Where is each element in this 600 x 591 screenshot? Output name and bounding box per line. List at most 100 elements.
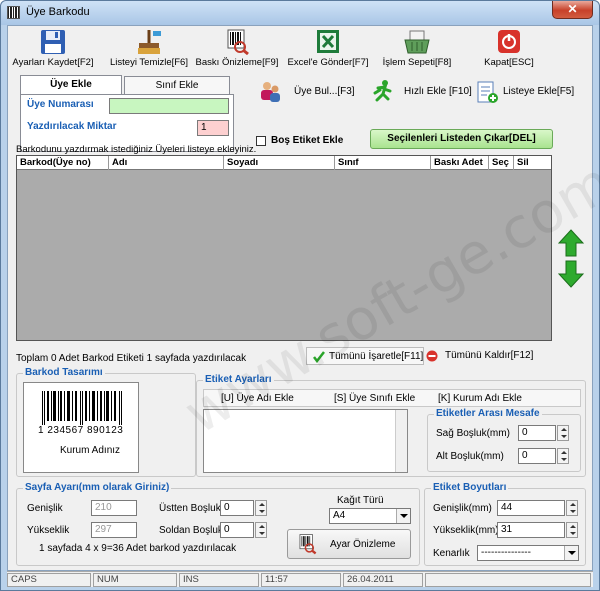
status-empty <box>425 573 591 587</box>
label-width-label: Genişlik(mm) <box>433 503 492 514</box>
add-member-name-button[interactable]: [U] Üye Adı Ekle <box>221 393 294 404</box>
add-org-name-button[interactable]: [K] Kurum Adı Ekle <box>438 393 522 404</box>
col-class[interactable]: Sınıf <box>335 156 431 170</box>
label-height-input[interactable]: 31 <box>497 522 565 538</box>
add-to-list-label: Listeye Ekle[F5] <box>503 86 575 97</box>
status-caps: CAPS <box>7 573 91 587</box>
clear-list-button[interactable]: Listeyi Temizle[F6] <box>106 29 192 73</box>
tab-class-add[interactable]: Sınıf Ekle <box>124 76 230 94</box>
label-width-spinner[interactable] <box>566 500 578 516</box>
print-preview-button[interactable]: Baskı Önizleme[F9] <box>194 29 280 73</box>
bottom-gap-input[interactable]: 0 <box>518 448 556 464</box>
quick-add-button[interactable]: Hızlı Ekle [F10] <box>366 79 472 105</box>
label-spacing-title: Etiketler Arası Mesafe <box>434 408 542 419</box>
summary-text: Toplam 0 Adet Barkod Etiketi 1 sayfada y… <box>16 353 247 364</box>
col-print-count[interactable]: Baskı Adet <box>431 156 489 170</box>
label-settings-group: Etiket Ayarları [U] Üye Adı Ekle [S] Üye… <box>196 374 586 477</box>
label-settings-title: Etiket Ayarları <box>203 374 274 385</box>
barcode-design-title: Barkod Tasarımı <box>23 367 105 378</box>
barcode-digits: 1 234567 890123 <box>38 425 124 436</box>
process-queue-button[interactable]: İşlem Sepeti[F8] <box>374 29 460 73</box>
add-to-list-button[interactable]: Listeye Ekle[F5] <box>473 79 585 105</box>
status-num: NUM <box>93 573 177 587</box>
save-settings-button[interactable]: Ayarları Kaydet[F2] <box>12 29 94 73</box>
page-layout-info: 1 sayfada 4 x 9=36 Adet barkod yazdırıla… <box>39 543 237 554</box>
remove-selected-button[interactable]: Seçilenleri Listeden Çıkar[DEL] <box>370 129 553 149</box>
tab-member-add[interactable]: Üye Ekle <box>20 75 122 95</box>
bottom-gap-spinner[interactable] <box>557 448 569 464</box>
clear-list-label: Listeyi Temizle[F6] <box>110 57 188 68</box>
barcode-magnifier-icon <box>223 29 251 56</box>
barcode-preview: 1 234567 890123 Kurum Adınız <box>23 382 139 473</box>
close-app-label: Kapat[ESC] <box>484 57 534 68</box>
unmark-all-button[interactable]: Tümünü Kaldır[F12] <box>424 347 544 365</box>
border-label: Kenarlık <box>433 548 470 559</box>
label-size-group: Etiket Boyutları Genişlik(mm) 44 Yüksekl… <box>424 482 586 566</box>
border-select[interactable]: --------------- <box>477 545 579 561</box>
paper-type-select[interactable]: A4 <box>329 508 411 524</box>
page-width-input[interactable]: 210 <box>91 500 137 516</box>
member-grid[interactable]: Barkod(Üye no) Adı Soyadı Sınıf Baskı Ad… <box>16 155 552 341</box>
left-margin-spinner[interactable] <box>255 522 267 538</box>
page-width-label: Genişlik <box>27 503 63 514</box>
grid-header: Barkod(Üye no) Adı Soyadı Sınıf Baskı Ad… <box>17 156 551 170</box>
status-bar: CAPS NUM INS 11:57 26.04.2011 <box>7 571 593 587</box>
export-excel-label: Excel'e Gönder[F7] <box>287 57 369 68</box>
label-text-area[interactable] <box>203 409 408 473</box>
running-man-icon <box>370 80 394 104</box>
mark-all-label: Tümünü İşaretle[F11] <box>329 351 424 362</box>
title-bar: Üye Barkodu ✕ <box>1 1 599 25</box>
right-gap-input[interactable]: 0 <box>518 425 556 441</box>
paper-type-label: Kağıt Türü <box>337 495 384 506</box>
member-number-input[interactable] <box>109 98 229 114</box>
basket-icon <box>403 29 431 55</box>
instruction-text: Barkodunu yazdırmak istediğiniz Üyeleri … <box>16 144 257 155</box>
label-height-spinner[interactable] <box>566 522 578 538</box>
page-height-label: Yükseklik <box>27 525 70 536</box>
col-select[interactable]: Seç <box>489 156 514 170</box>
print-count-input[interactable]: 1 <box>197 120 229 136</box>
page-settings-title: Sayfa Ayarı(mm olarak Giriniz) <box>23 482 172 493</box>
left-margin-input[interactable]: 0 <box>220 522 254 538</box>
page-settings-group: Sayfa Ayarı(mm olarak Giriniz) Genişlik … <box>16 482 420 566</box>
border-value: --------------- <box>481 547 531 558</box>
label-width-input[interactable]: 44 <box>497 500 565 516</box>
barcode-image <box>42 391 122 425</box>
empty-label-checkbox[interactable] <box>256 136 266 146</box>
layout-preview-button[interactable]: Ayar Önizleme <box>287 529 411 559</box>
right-gap-spinner[interactable] <box>557 425 569 441</box>
export-excel-button[interactable]: Excel'e Gönder[F7] <box>285 29 371 73</box>
col-name[interactable]: Adı <box>109 156 224 170</box>
col-surname[interactable]: Soyadı <box>224 156 335 170</box>
chevron-down-icon <box>564 546 578 560</box>
barcode-magnifier-icon <box>299 534 317 555</box>
move-up-button[interactable] <box>557 229 585 257</box>
chevron-down-icon <box>396 509 410 523</box>
left-margin-label: Soldan Boşluk <box>159 525 223 536</box>
print-preview-label: Baskı Önizleme[F9] <box>195 57 279 68</box>
find-member-button[interactable]: Üye Bul...[F3] <box>257 79 359 105</box>
col-delete[interactable]: Sil <box>514 156 552 170</box>
label-field-toolbar: [U] Üye Adı Ekle [S] Üye Sınıfı Ekle [K]… <box>203 389 581 407</box>
add-member-class-button[interactable]: [S] Üye Sınıfı Ekle <box>334 393 415 404</box>
member-number-label: Üye Numarası <box>27 99 94 110</box>
save-settings-label: Ayarları Kaydet[F2] <box>12 57 94 68</box>
status-date: 26.04.2011 <box>343 573 423 587</box>
status-time: 11:57 <box>261 573 341 587</box>
page-height-input[interactable]: 297 <box>91 522 137 538</box>
move-down-button[interactable] <box>557 260 585 288</box>
mark-all-button[interactable]: Tümünü İşaretle[F11] <box>306 347 424 365</box>
col-barcode[interactable]: Barkod(Üye no) <box>17 156 109 170</box>
label-spacing-group: Etiketler Arası Mesafe Sağ Boşluk(mm) 0 … <box>427 408 581 472</box>
main-window: Üye Barkodu ✕ Ayarları Kaydet[F2] Listey… <box>0 0 600 591</box>
print-count-label: Yazdırılacak Miktar <box>27 121 117 132</box>
arrow-down-icon <box>557 260 585 288</box>
window-close-button[interactable]: ✕ <box>552 1 593 19</box>
close-app-button[interactable]: Kapat[ESC] <box>468 29 550 73</box>
top-margin-input[interactable]: 0 <box>220 500 254 516</box>
barcode-design-group: Barkod Tasarımı 1 234567 890123 Kurum Ad… <box>16 367 196 477</box>
top-margin-spinner[interactable] <box>255 500 267 516</box>
label-size-title: Etiket Boyutları <box>431 482 509 493</box>
power-icon <box>495 29 523 55</box>
label-text-scrollbar[interactable] <box>395 410 407 472</box>
